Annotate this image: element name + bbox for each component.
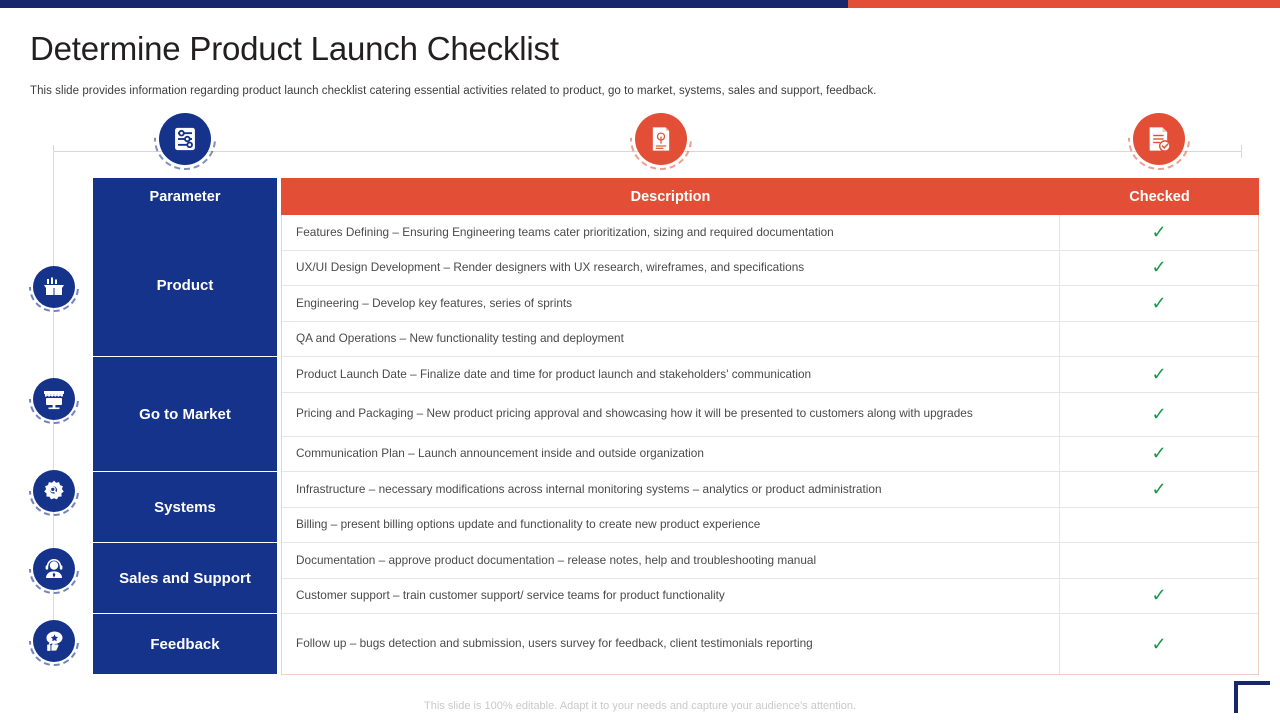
header-right-band: Description Checked [281, 178, 1259, 215]
cell-description: UX/UI Design Development – Render design… [296, 260, 805, 275]
parameter-cell: Systems [93, 472, 277, 543]
cell-description: Customer support – train customer suppor… [296, 588, 725, 603]
top-bar-orange-segment [848, 0, 1280, 8]
cell-checked [1059, 507, 1258, 542]
cell-description: Pricing and Packaging – New product pric… [296, 406, 973, 421]
cell-description: Infrastructure – necessary modifications… [296, 481, 882, 496]
page-subtitle: This slide provides information regardin… [30, 85, 877, 97]
timeline-right-cap [1241, 145, 1242, 158]
rail-icon-go-to-market [33, 378, 75, 420]
document-check-icon [1145, 125, 1173, 153]
gear-search-icon [42, 479, 66, 503]
cell-description: Billing – present billing options update… [296, 517, 761, 532]
thumbs-up-star-icon [42, 629, 66, 653]
cell-description: QA and Operations – New functionality te… [296, 331, 624, 346]
table-row: Product Launch Date – Finalize date and … [282, 357, 1258, 393]
rail-icon-feedback [33, 620, 75, 662]
table-row: QA and Operations – New functionality te… [282, 321, 1258, 357]
rail-icon-systems [33, 470, 75, 512]
column-header-checked: Checked [1129, 188, 1190, 205]
slide: Determine Product Launch Checklist This … [0, 0, 1280, 720]
cell-checked: ✓ [1059, 578, 1258, 613]
timeline-node-1 [159, 113, 211, 165]
parameter-cell: Sales and Support [93, 543, 277, 614]
table-row: Documentation – approve product document… [282, 543, 1258, 579]
cell-checked [1059, 543, 1258, 578]
page-title: Determine Product Launch Checklist [30, 30, 559, 67]
table-row: Communication Plan – Launch announcement… [282, 436, 1258, 472]
cell-checked: ✓ [1059, 436, 1258, 471]
cell-description: Documentation – approve product document… [296, 552, 817, 567]
checklist-table: Parameter Description Checked Product Go … [93, 178, 1259, 675]
cell-checked: ✓ [1059, 614, 1258, 674]
footer-note: This slide is 100% editable. Adapt it to… [424, 700, 856, 712]
cell-checked: ✓ [1059, 472, 1258, 507]
column-header-description: Description [630, 188, 711, 205]
cell-description: Product Launch Date – Finalize date and … [296, 366, 812, 381]
top-bar-navy-segment [0, 0, 848, 8]
cell-description: Features Defining – Ensuring Engineering… [296, 224, 834, 239]
cell-checked [1059, 321, 1258, 356]
table-row: Features Defining – Ensuring Engineering… [282, 215, 1258, 251]
top-accent-bar [0, 0, 1280, 8]
parameter-cell: Feedback [93, 614, 277, 674]
cell-description: Engineering – Develop key features, seri… [296, 295, 573, 310]
rail-icon-product [33, 266, 75, 308]
cell-checked: ✓ [1059, 250, 1258, 285]
table-row: Follow up – bugs detection and submissio… [282, 614, 1258, 674]
corner-bracket-decoration [1234, 681, 1270, 713]
rail-icon-sales-and-support [33, 548, 75, 590]
table-body: Product Go to Market Systems Sales and Supp… [93, 215, 1259, 675]
table-header-row: Parameter Description Checked [93, 178, 1259, 215]
document-plant-icon [647, 125, 675, 153]
table-row: Pricing and Packaging – New product pric… [282, 392, 1258, 437]
cell-checked: ✓ [1059, 357, 1258, 392]
parameter-cell: Product [93, 215, 277, 357]
cell-checked: ✓ [1059, 215, 1258, 250]
table-row: Infrastructure – necessary modifications… [282, 472, 1258, 508]
rows-column: Features Defining – Ensuring Engineering… [281, 215, 1259, 675]
market-stall-icon [42, 387, 66, 411]
open-box-icon [42, 275, 66, 299]
timeline-node-3 [1133, 113, 1185, 165]
parameter-column: Product Go to Market Systems Sales and Supp… [93, 215, 277, 675]
cell-description: Communication Plan – Launch announcement… [296, 446, 704, 461]
table-row: UX/UI Design Development – Render design… [282, 250, 1258, 286]
cell-checked: ✓ [1059, 392, 1258, 436]
sliders-settings-icon [171, 125, 199, 153]
cell-description: Follow up – bugs detection and submissio… [296, 636, 813, 651]
table-row: Billing – present billing options update… [282, 507, 1258, 543]
parameter-cell: Go to Market [93, 357, 277, 472]
column-header-parameter: Parameter [93, 178, 277, 215]
table-row: Customer support – train customer suppor… [282, 578, 1258, 614]
table-row: Engineering – Develop key features, seri… [282, 286, 1258, 322]
headset-agent-icon [42, 557, 66, 581]
timeline-node-2 [635, 113, 687, 165]
cell-checked: ✓ [1059, 286, 1258, 321]
